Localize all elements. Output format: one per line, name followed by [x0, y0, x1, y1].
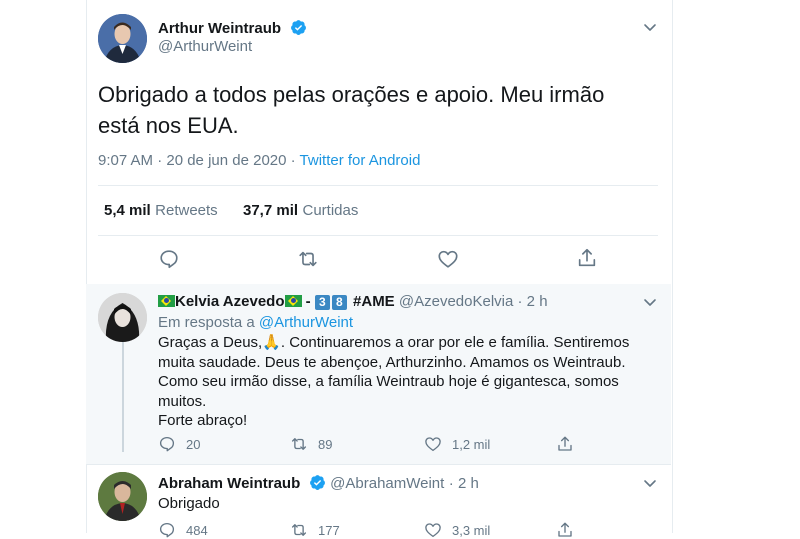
- reply1-time[interactable]: · 2 h: [518, 293, 548, 310]
- tweet-source-link[interactable]: Twitter for Android: [300, 152, 421, 169]
- author-name[interactable]: Arthur Weintraub: [158, 20, 281, 37]
- in-reply-to: Em resposta a @ArthurWeint: [158, 314, 353, 331]
- reply2-text: Obrigado: [158, 495, 220, 512]
- reply2-author-name[interactable]: Abraham Weintraub: [158, 475, 300, 492]
- retweets-label: Retweets: [155, 202, 218, 219]
- reply1-text-line: Forte abraço!: [158, 412, 248, 429]
- reply1-text-line: muitos.: [158, 392, 207, 410]
- like-heart-icon: [425, 523, 441, 538]
- retweets-count: 5,4 mil: [104, 202, 151, 219]
- thread-line: [122, 342, 124, 452]
- tweet-meta: 9:07 AM · 20 de jun de 2020 · Twitter fo…: [98, 152, 420, 169]
- share-icon: [558, 522, 572, 537]
- reply1-text-line: Graças a Deus,🙏. Continuaremos a orar po…: [158, 334, 630, 351]
- tweet-timestamp[interactable]: 9:07 AM · 20 de jun de 2020 ·: [98, 152, 300, 169]
- reply1-share-action[interactable]: [556, 435, 574, 453]
- keycap-digit: 8: [331, 295, 347, 310]
- in-reply-to-prefix: Em resposta a: [158, 314, 259, 331]
- chevron-down-icon[interactable]: [642, 475, 658, 491]
- reply1-replies-count: 20: [186, 436, 201, 452]
- avatar-arthur-image: [98, 14, 147, 63]
- avatar-kelvia[interactable]: [98, 293, 147, 342]
- reply2-header: Abraham Weintraub @AbrahamWeint · 2 h: [158, 474, 479, 493]
- divider: [98, 235, 658, 236]
- tweet-text-line-1: Obrigado a todos pelas orações e apoio. …: [98, 82, 605, 107]
- keycap-digit: 3: [314, 295, 330, 310]
- tweet-text-line-2: está nos EUA.: [98, 113, 239, 138]
- verified-badge-icon: [290, 20, 306, 35]
- reply2-retweet-action[interactable]: 177: [290, 521, 340, 539]
- reply2-likes-count: 3,3 mil: [452, 522, 491, 538]
- avatar-kelvia-image: [98, 293, 147, 342]
- reply1-hashtag[interactable]: #AME: [353, 293, 395, 310]
- retweet-icon: [291, 524, 307, 536]
- retweets-stat[interactable]: 5,4 mil Retweets: [104, 202, 218, 220]
- share-icon[interactable]: [576, 247, 598, 269]
- reply1-likes-count: 1,2 mil: [452, 436, 491, 452]
- reply1-retweet-action[interactable]: 89: [290, 435, 332, 453]
- like-heart-icon[interactable]: [437, 248, 459, 270]
- avatar-abraham-image: [98, 472, 147, 521]
- reply1-like-action[interactable]: 1,2 mil: [424, 435, 490, 453]
- retweet-icon[interactable]: [297, 248, 319, 270]
- author-line: Arthur Weintraub: [158, 19, 307, 38]
- reply1-text: Graças a Deus,🙏. Continuaremos a orar po…: [158, 333, 658, 431]
- reply1-author-name[interactable]: Kelvia Azevedo: [175, 293, 285, 310]
- reply1-dash: -: [305, 293, 311, 310]
- reply2-retweets-count: 177: [318, 522, 340, 538]
- brazil-flag-icon: [284, 295, 302, 307]
- reply1-text-line: muita saudade. Deus te abençoe, Arthurzi…: [158, 353, 626, 371]
- reply1-header: Kelvia Azevedo - 38 #AME @AzevedoKelvia …: [158, 293, 548, 310]
- reply2-share-action[interactable]: [556, 521, 574, 539]
- likes-stat[interactable]: 37,7 mil Curtidas: [243, 202, 358, 220]
- reply-icon: [159, 436, 175, 452]
- share-icon: [558, 436, 572, 451]
- reply2-reply-action[interactable]: 484: [158, 521, 208, 539]
- avatar-arthur[interactable]: [98, 14, 147, 63]
- divider: [98, 185, 658, 186]
- likes-label: Curtidas: [302, 202, 359, 219]
- chevron-down-icon[interactable]: [642, 19, 658, 35]
- author-handle[interactable]: @ArthurWeint: [158, 38, 252, 55]
- brazil-flag-icon: [158, 295, 175, 307]
- reply2-time[interactable]: · 2 h: [449, 475, 479, 492]
- reply2-handle[interactable]: @AbrahamWeint: [330, 475, 444, 492]
- retweet-icon: [291, 438, 307, 450]
- avatar-abraham[interactable]: [98, 472, 147, 521]
- reply1-handle[interactable]: @AzevedoKelvia: [399, 293, 513, 310]
- verified-badge-icon: [309, 475, 325, 490]
- reply1-text-line: Como seu irmão disse, a família Weintrau…: [158, 373, 619, 390]
- reply2-replies-count: 484: [186, 522, 208, 538]
- divider: [86, 464, 671, 465]
- in-reply-to-handle[interactable]: @ArthurWeint: [259, 314, 353, 331]
- chevron-down-icon[interactable]: [642, 294, 658, 310]
- reply-icon: [159, 522, 175, 538]
- reply1-reply-action[interactable]: 20: [158, 435, 200, 453]
- reply2-like-action[interactable]: 3,3 mil: [424, 521, 490, 539]
- reply1-retweets-count: 89: [318, 436, 333, 452]
- likes-count: 37,7 mil: [243, 202, 299, 219]
- like-heart-icon: [425, 437, 441, 452]
- reply-icon[interactable]: [158, 248, 180, 270]
